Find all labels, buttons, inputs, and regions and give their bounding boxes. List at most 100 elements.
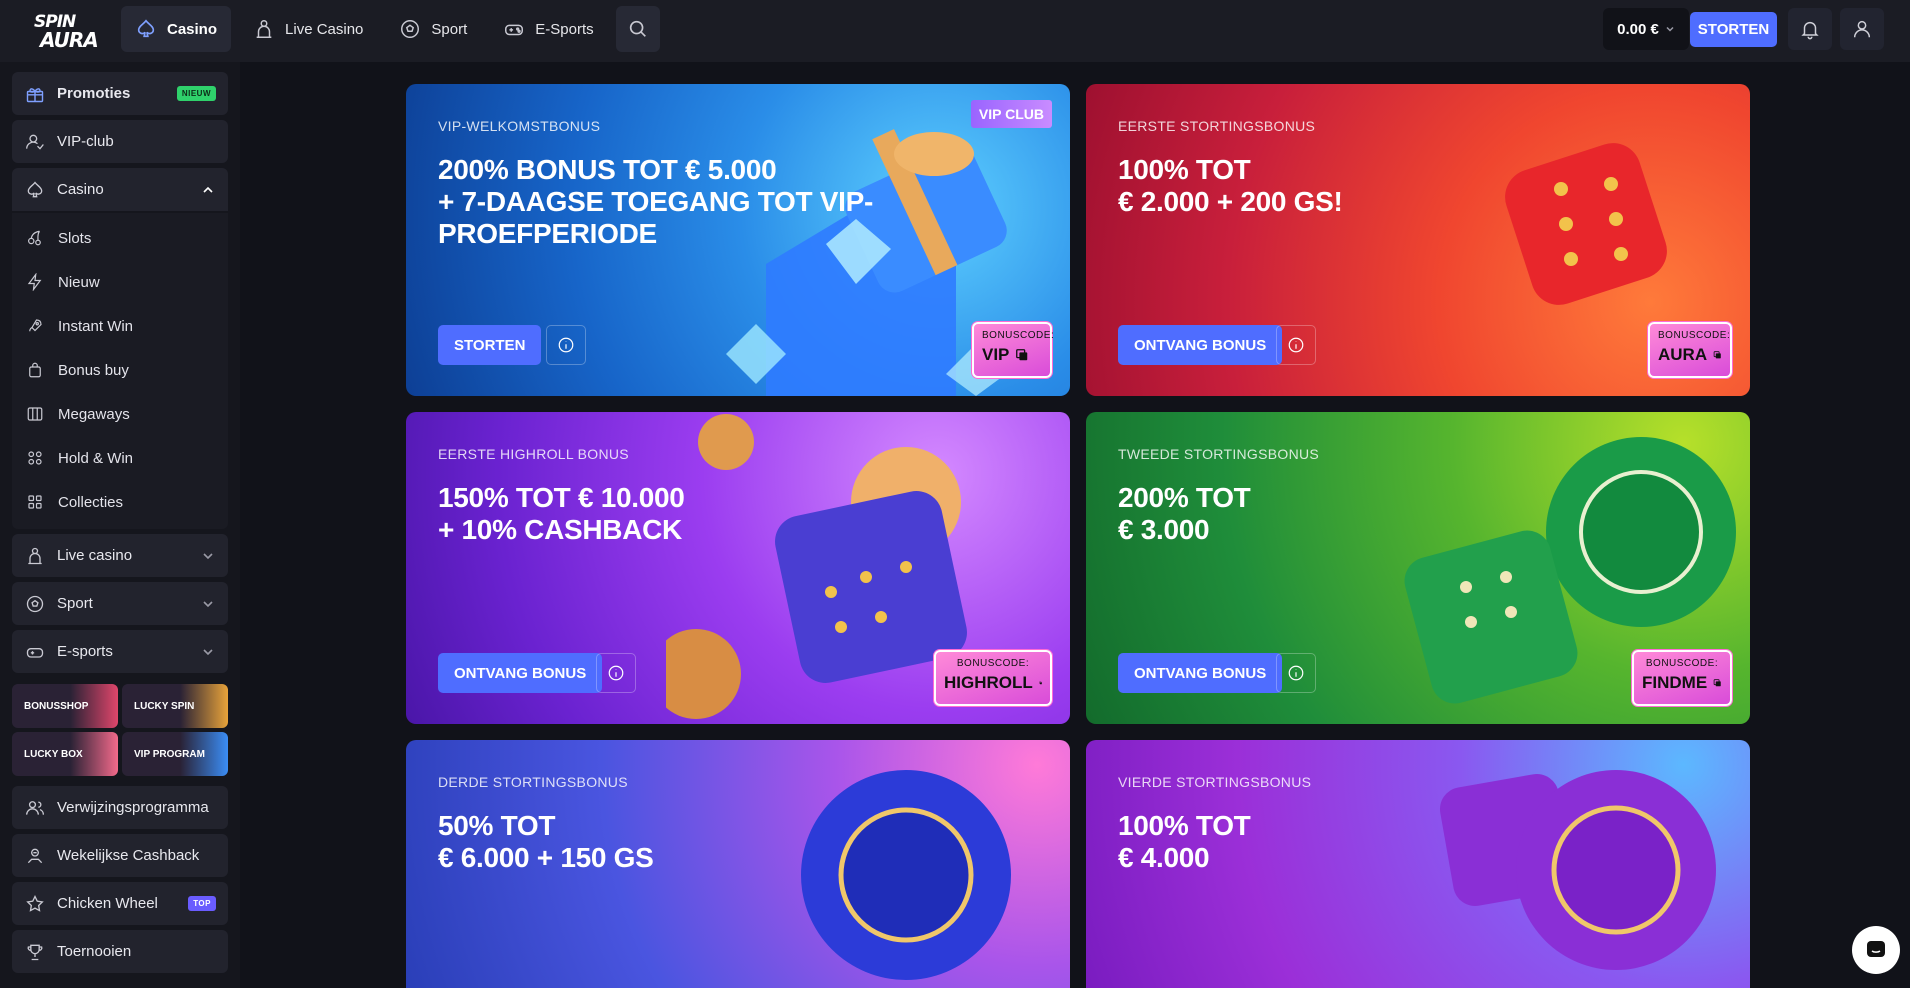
sidebar-item-new[interactable]: Nieuw: [26, 271, 100, 293]
casino-submenu: Slots Nieuw Instant Win Bonus buy Megawa…: [12, 213, 228, 529]
sidebar-item-sport[interactable]: Sport: [12, 582, 228, 625]
grid-icon: [28, 495, 42, 509]
deposit-button[interactable]: STORTEN: [1690, 12, 1777, 47]
claim-bonus-button[interactable]: ONTVANG BONUS: [1118, 653, 1283, 693]
sidebar-item-casino[interactable]: Casino: [12, 168, 228, 211]
promo-card-highroll[interactable]: EERSTE HIGHROLL BONUS 150% TOT € 10.000 …: [406, 412, 1070, 724]
sidebar-item-live-casino[interactable]: Live casino: [12, 534, 228, 577]
card-kicker: VIERDE STORTINGSBONUS: [1118, 774, 1312, 790]
info-button[interactable]: [1276, 325, 1316, 365]
new-badge: NIEUW: [176, 86, 216, 101]
sidebar-item-megaways[interactable]: Megaways: [26, 403, 130, 425]
promo-card-vip[interactable]: VIP CLUB VIP-WELKOMSTBONUS 200% BONUS TO…: [406, 84, 1070, 396]
chat-button[interactable]: [1852, 926, 1900, 974]
card-kicker: DERDE STORTINGSBONUS: [438, 774, 628, 790]
info-icon: [608, 665, 624, 681]
claim-bonus-button[interactable]: ONTVANG BONUS: [438, 653, 603, 693]
search-button[interactable]: [615, 6, 660, 52]
top-badge: TOP: [188, 896, 216, 911]
reels-icon: [27, 407, 43, 421]
promo-card-second-deposit[interactable]: TWEEDE STORTINGSBONUS 200% TOT € 3.000 O…: [1086, 412, 1750, 724]
nav-casino[interactable]: Casino: [121, 6, 232, 52]
card-deposit-button[interactable]: STORTEN: [438, 325, 542, 365]
sidebar: Promoties NIEUW VIP-club Casino Slots Ni…: [0, 62, 240, 988]
cashback-icon: [27, 848, 43, 863]
bell-icon: [1801, 21, 1819, 40]
trophy-icon: [27, 944, 43, 960]
sidebar-item-chicken-wheel[interactable]: Chicken Wheel TOP: [12, 882, 228, 925]
copy-icon: [1016, 349, 1028, 361]
copy-icon: [1039, 681, 1042, 685]
card-kicker: TWEEDE STORTINGSBONUS: [1118, 446, 1320, 462]
chat-icon: [1867, 941, 1885, 957]
top-bar: SPIN AURA Casino Live Casino Sport E-Spo…: [0, 0, 1910, 62]
gamepad-icon: [26, 647, 44, 658]
gamepad-icon: [505, 24, 524, 36]
sidebar-item-referral[interactable]: Verwijzingsprogramma: [12, 786, 228, 829]
soccer-ball-icon: [401, 20, 420, 38]
nav-live-casino[interactable]: Live Casino: [239, 6, 377, 52]
coins-icon: [28, 451, 42, 465]
promo-card-first-deposit[interactable]: EERSTE STORTINGSBONUS 100% TOT € 2.000 +…: [1086, 84, 1750, 396]
notifications-button[interactable]: [1788, 8, 1832, 50]
card-title: 50% TOT € 6.000 + 150 GS: [438, 810, 654, 873]
card-title: 100% TOT € 4.000: [1118, 810, 1251, 873]
sidebar-item-esports[interactable]: E-sports: [12, 630, 228, 673]
promo-card-third-deposit[interactable]: DERDE STORTINGSBONUS 50% TOT € 6.000 + 1…: [406, 740, 1070, 988]
spade-icon: [137, 19, 155, 38]
card-title: 100% TOT € 2.000 + 200 GS!: [1118, 154, 1343, 217]
main-nav: Casino Live Casino Sport E-Sports: [121, 6, 660, 52]
nav-sport[interactable]: Sport: [385, 6, 481, 52]
info-button[interactable]: [546, 325, 586, 365]
dealer-icon: [28, 547, 42, 564]
sidebar-item-vip-club[interactable]: VIP-club: [12, 120, 228, 163]
info-icon: [558, 337, 574, 353]
promotions-content: VIP CLUB VIP-WELKOMSTBONUS 200% BONUS TO…: [240, 62, 1910, 988]
lightning-icon: [27, 273, 42, 291]
nav-esports[interactable]: E-Sports: [489, 6, 607, 52]
cherry-icon: [28, 230, 41, 246]
sidebar-item-slots[interactable]: Slots: [26, 227, 91, 249]
sidebar-item-bonus-buy[interactable]: Bonus buy: [26, 359, 129, 381]
card-title: 150% TOT € 10.000 + 10% CASHBACK: [438, 482, 685, 545]
sidebar-item-tournaments[interactable]: Toernooien: [12, 930, 228, 973]
tile-bonusshop[interactable]: BONUSSHOP: [12, 684, 118, 728]
sidebar-item-promotions[interactable]: Promoties NIEUW: [12, 72, 228, 115]
tile-vip-program[interactable]: VIP PROGRAM: [122, 732, 228, 776]
search-icon: [629, 20, 646, 37]
claim-bonus-button[interactable]: ONTVANG BONUS: [1118, 325, 1283, 365]
info-icon: [1288, 337, 1304, 353]
bonus-code-box[interactable]: BONUSCODE: VIP: [972, 322, 1054, 378]
bonus-code-box[interactable]: BONUSCODE: AURA: [1648, 322, 1732, 378]
bonus-code-box[interactable]: BONUSCODE: FINDME: [1632, 650, 1732, 706]
rocket-icon: [29, 319, 42, 332]
chevron-down-icon: [203, 600, 213, 607]
copy-icon: [1713, 351, 1721, 359]
chevron-down-icon: [203, 648, 213, 655]
spade-icon: [27, 180, 43, 197]
chevron-down-icon: [203, 552, 213, 559]
bonus-code-box[interactable]: BONUSCODE: HIGHROLL: [934, 650, 1052, 706]
chevron-up-icon: [203, 186, 213, 193]
chevron-down-icon: [1666, 26, 1674, 32]
sidebar-item-instant-win[interactable]: Instant Win: [26, 315, 133, 337]
site-logo[interactable]: SPIN AURA: [30, 12, 100, 52]
card-kicker: VIP-WELKOMSTBONUS: [438, 118, 601, 134]
chip-dice-illustration: [1439, 770, 1716, 970]
account-button[interactable]: [1840, 8, 1884, 50]
tile-lucky-box[interactable]: LUCKY BOX: [12, 732, 118, 776]
info-icon: [1288, 665, 1304, 681]
user-icon: [1853, 20, 1871, 38]
info-button[interactable]: [1276, 653, 1316, 693]
dealer-icon: [256, 20, 272, 38]
tile-lucky-spin[interactable]: LUCKY SPIN: [122, 684, 228, 728]
vip-user-icon: [26, 134, 44, 150]
card-kicker: EERSTE STORTINGSBONUS: [1118, 118, 1316, 134]
promo-card-fourth-deposit[interactable]: VIERDE STORTINGSBONUS 100% TOT € 4.000: [1086, 740, 1750, 988]
sidebar-item-weekly-cashback[interactable]: Wekelijkse Cashback: [12, 834, 228, 877]
info-button[interactable]: [596, 653, 636, 693]
vip-club-tag: VIP CLUB: [970, 100, 1052, 128]
sidebar-item-hold-win[interactable]: Hold & Win: [26, 447, 133, 469]
sidebar-item-collections[interactable]: Collecties: [26, 491, 123, 513]
balance-selector[interactable]: 0.00 €: [1603, 8, 1689, 50]
